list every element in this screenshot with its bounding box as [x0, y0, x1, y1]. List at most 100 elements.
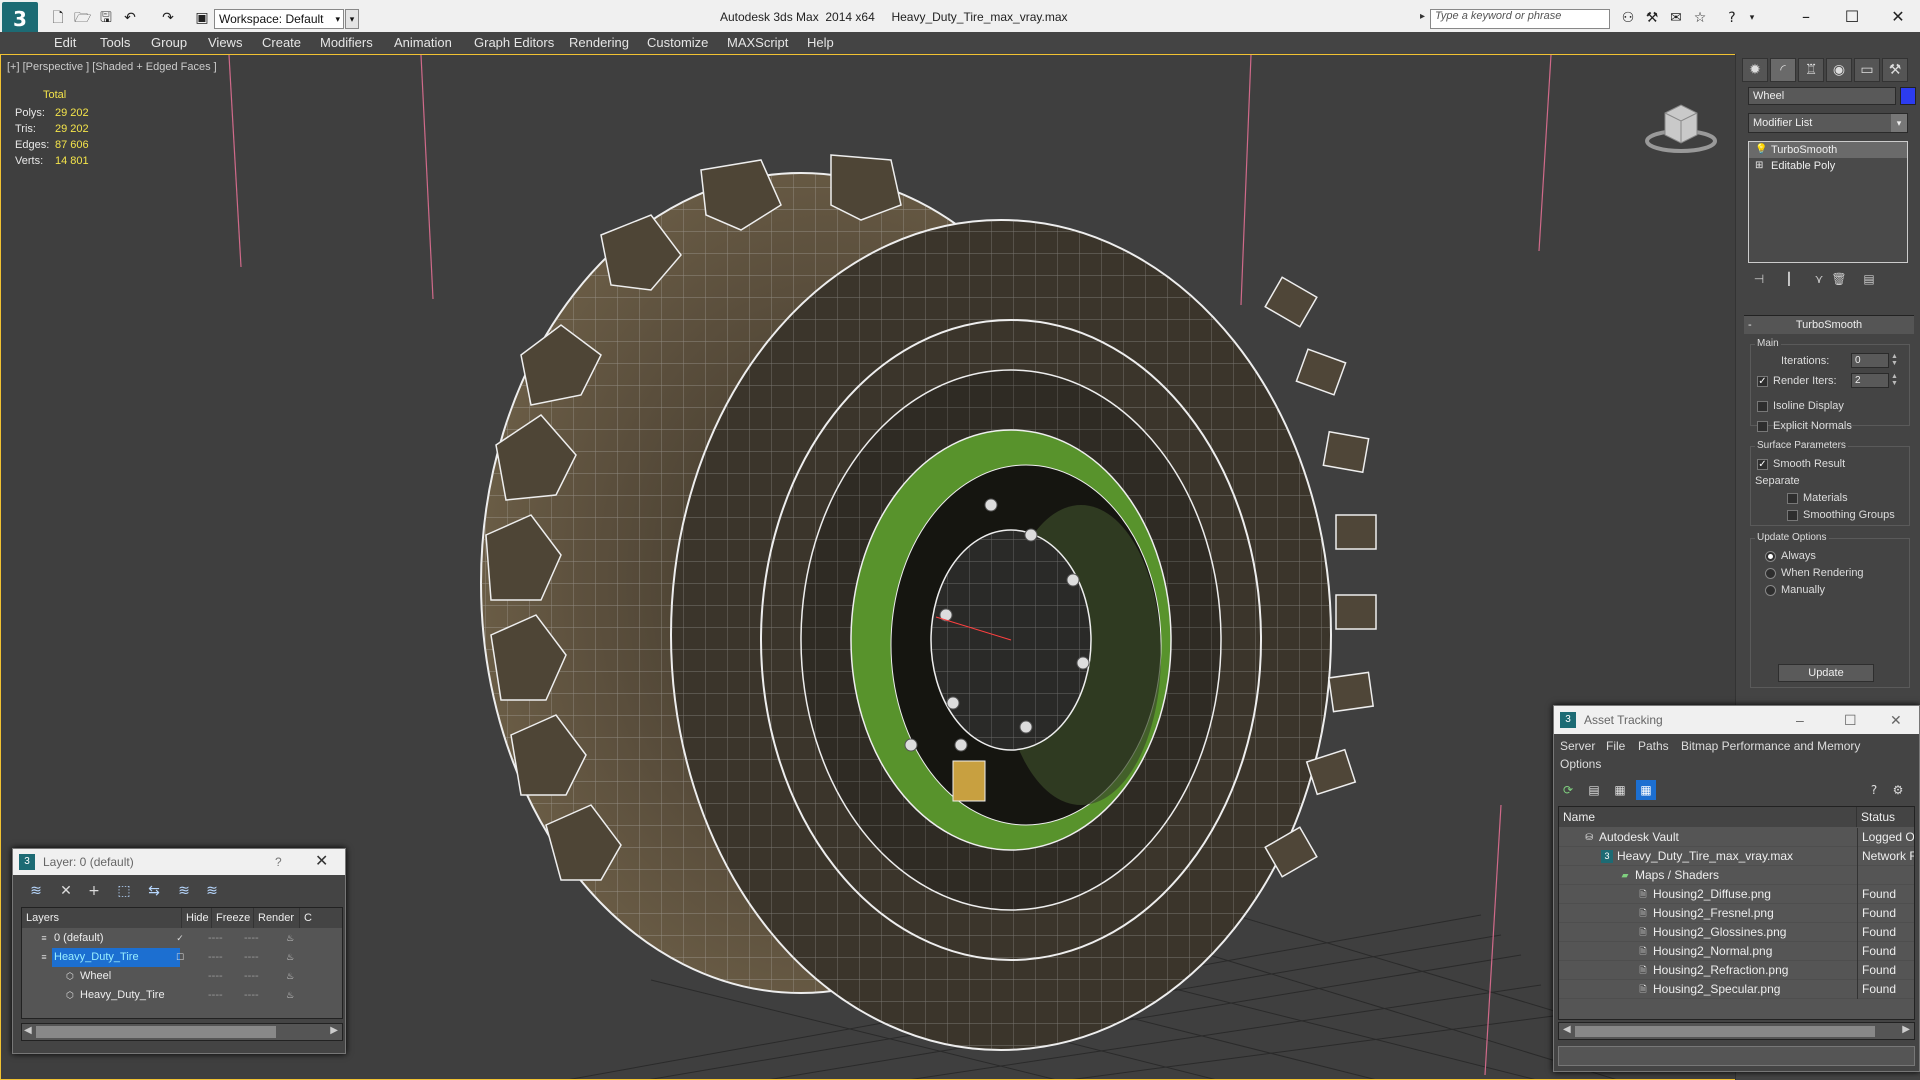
- scroll-left-icon[interactable]: ◀: [24, 1025, 32, 1036]
- manually-radio[interactable]: [1765, 585, 1776, 596]
- show-end-result-icon[interactable]: ┃: [1780, 270, 1798, 288]
- save-file-icon[interactable]: 🖫: [98, 10, 114, 26]
- maximize-button[interactable]: ☐: [1832, 4, 1872, 30]
- lightbulb-icon[interactable]: 💡: [1755, 144, 1767, 156]
- render-iters-checkbox[interactable]: ✓: [1757, 376, 1768, 387]
- menu-graph-editors[interactable]: Graph Editors: [474, 35, 554, 50]
- layer-object-name[interactable]: Heavy_Duty_Tire: [78, 986, 165, 1005]
- viewport-label[interactable]: [+] [Perspective ] [Shaded + Edged Faces…: [7, 61, 217, 73]
- table-row[interactable]: ⛁ Autodesk Vault Logged O: [1559, 828, 1914, 847]
- workspace-select[interactable]: Workspace: Default ▾: [214, 9, 344, 29]
- when-rendering-radio[interactable]: [1765, 568, 1776, 579]
- redo-icon[interactable]: ↷: [160, 10, 176, 26]
- menu-edit[interactable]: Edit: [54, 35, 76, 50]
- open-file-icon[interactable]: 🗁: [74, 10, 91, 26]
- help-dropdown-icon[interactable]: ▾: [1744, 10, 1760, 26]
- smooth-result-checkbox[interactable]: ✓: [1757, 459, 1768, 470]
- table-row[interactable]: 🗎 Housing2_Fresnel.png Found: [1559, 904, 1914, 923]
- freeze-toggle[interactable]: ----: [244, 986, 259, 1005]
- menu-customize[interactable]: Customize: [647, 35, 708, 50]
- menu-modifiers[interactable]: Modifiers: [320, 35, 373, 50]
- freeze-toggle[interactable]: ----: [244, 929, 259, 948]
- table-row[interactable]: 🗎 Housing2_Normal.png Found: [1559, 942, 1914, 961]
- hide-toggle[interactable]: ----: [208, 986, 223, 1005]
- table-row[interactable]: 🗎 Housing2_Specular.png Found: [1559, 980, 1914, 999]
- layer-object-name[interactable]: Wheel: [78, 967, 111, 986]
- stack-item-editable-poly[interactable]: ⊞ Editable Poly: [1749, 158, 1907, 174]
- app-logo-icon[interactable]: 3: [2, 2, 38, 36]
- iterations-spinner[interactable]: 0: [1851, 353, 1889, 368]
- thumbnail-view-icon[interactable]: ▦: [1610, 780, 1630, 800]
- column-header-color[interactable]: C: [300, 908, 342, 928]
- scroll-thumb[interactable]: [36, 1026, 276, 1038]
- select-objects-icon[interactable]: ⬚: [113, 881, 135, 901]
- freeze-all-icon[interactable]: ≋: [201, 881, 223, 901]
- close-icon[interactable]: ✕: [315, 849, 328, 875]
- create-tab-icon[interactable]: ✹: [1742, 58, 1768, 82]
- table-row[interactable]: 3 Heavy_Duty_Tire_max_vray.max Network F: [1559, 847, 1914, 866]
- table-row[interactable]: 🗎 Housing2_Diffuse.png Found: [1559, 885, 1914, 904]
- table-row[interactable]: 🗎 Housing2_Refraction.png Found: [1559, 961, 1914, 980]
- column-header-layers[interactable]: Layers: [22, 908, 182, 928]
- scroll-right-icon[interactable]: ▶: [330, 1025, 338, 1036]
- table-row[interactable]: 🗎 Housing2_Glossines.png Found: [1559, 923, 1914, 942]
- layer-name[interactable]: Heavy_Duty_Tire: [52, 948, 180, 967]
- column-header-render[interactable]: Render: [254, 908, 300, 928]
- make-current-icon[interactable]: ☐: [174, 951, 186, 963]
- isoline-display-checkbox[interactable]: [1757, 401, 1768, 412]
- update-button[interactable]: Update: [1778, 664, 1874, 682]
- search-input[interactable]: Type a keyword or phrase: [1430, 9, 1610, 29]
- asset-table[interactable]: Name Status ⛁ Autodesk Vault Logged O 3 …: [1558, 806, 1915, 1020]
- viewcube-icon[interactable]: [1641, 91, 1721, 161]
- configure-sets-icon[interactable]: ▤: [1860, 270, 1878, 288]
- teapot-render-icon[interactable]: ♨: [284, 989, 296, 1001]
- scroll-right-icon[interactable]: ▶: [1902, 1024, 1910, 1035]
- menu-maxscript[interactable]: MAXScript: [727, 35, 788, 50]
- teapot-render-icon[interactable]: ♨: [284, 951, 296, 963]
- hide-toggle[interactable]: ----: [208, 948, 223, 967]
- communication-icon[interactable]: ✉: [1668, 10, 1684, 26]
- active-layer-check-icon[interactable]: ✓: [174, 932, 186, 944]
- menu-options[interactable]: Options: [1560, 757, 1601, 771]
- display-tab-icon[interactable]: ▭: [1854, 58, 1880, 82]
- table-view-icon[interactable]: ▦: [1636, 780, 1656, 800]
- project-folder-icon[interactable]: ▣: [194, 10, 210, 26]
- make-unique-icon[interactable]: ⋎: [1810, 270, 1828, 288]
- menu-paths[interactable]: Paths: [1638, 739, 1669, 753]
- close-button[interactable]: ✕: [1878, 4, 1918, 30]
- utilities-tab-icon[interactable]: ⚒: [1882, 58, 1908, 82]
- scroll-thumb[interactable]: [1575, 1026, 1875, 1037]
- explicit-normals-checkbox[interactable]: [1757, 421, 1768, 432]
- materials-checkbox[interactable]: [1787, 493, 1798, 504]
- modifier-stack[interactable]: 💡 TurboSmooth ⊞ Editable Poly: [1748, 141, 1908, 263]
- menu-rendering[interactable]: Rendering: [569, 35, 629, 50]
- hide-all-icon[interactable]: ≋: [173, 881, 195, 901]
- new-file-icon[interactable]: 🗋: [50, 10, 66, 26]
- refresh-icon[interactable]: ⟳: [1558, 780, 1578, 800]
- smoothing-groups-checkbox[interactable]: [1787, 510, 1798, 521]
- pin-stack-icon[interactable]: ⊣: [1750, 270, 1768, 288]
- layer-row[interactable]: ⬡ Wheel ---- ---- ♨: [22, 967, 342, 986]
- remove-modifier-icon[interactable]: 🗑: [1830, 270, 1848, 288]
- add-to-layer-icon[interactable]: +: [83, 881, 105, 901]
- close-icon[interactable]: ✕: [1890, 706, 1902, 734]
- menu-tools[interactable]: Tools: [100, 35, 130, 50]
- menu-group[interactable]: Group: [151, 35, 187, 50]
- stack-item-turbosmooth[interactable]: 💡 TurboSmooth: [1749, 142, 1907, 158]
- render-iters-spinner[interactable]: 2: [1851, 373, 1889, 388]
- teapot-render-icon[interactable]: ♨: [284, 932, 296, 944]
- always-radio[interactable]: [1765, 551, 1776, 562]
- modify-tab-icon[interactable]: ◜: [1770, 58, 1796, 82]
- rollout-title[interactable]: - TurboSmooth: [1744, 316, 1914, 334]
- motion-tab-icon[interactable]: ◉: [1826, 58, 1852, 82]
- scroll-left-icon[interactable]: ◀: [1563, 1024, 1571, 1035]
- asset-path-field[interactable]: [1558, 1046, 1915, 1066]
- help-icon[interactable]: ?: [1724, 10, 1740, 26]
- maximize-button[interactable]: ☐: [1844, 706, 1857, 734]
- teapot-render-icon[interactable]: ♨: [284, 970, 296, 982]
- layer-name[interactable]: 0 (default): [52, 929, 104, 948]
- object-name-field[interactable]: Wheel: [1748, 87, 1896, 105]
- menu-create[interactable]: Create: [262, 35, 301, 50]
- subscription-icon[interactable]: ⚒: [1644, 10, 1660, 26]
- column-header-status[interactable]: Status: [1857, 807, 1914, 827]
